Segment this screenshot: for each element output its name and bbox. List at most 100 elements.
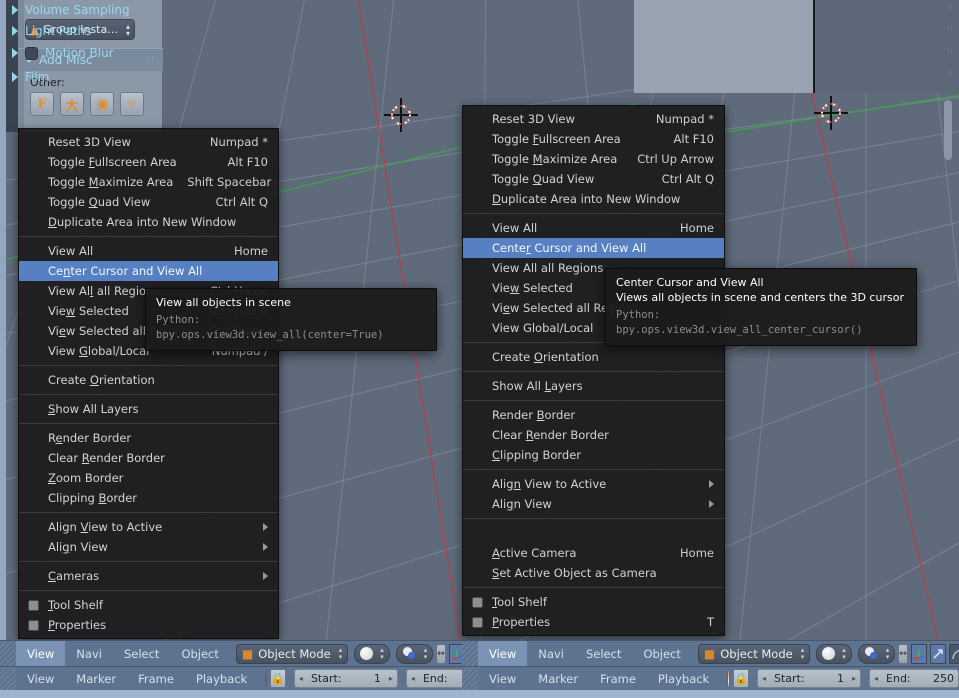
panel-grip-icon[interactable]: ⁝⁝ [947, 50, 953, 54]
area-corner-grip[interactable] [462, 667, 478, 691]
lock-icon[interactable]: 🔒 [733, 669, 749, 688]
frame-start-field[interactable]: ◂ Start: 1 ▸ [757, 669, 861, 688]
timeline-menu-view[interactable]: View [478, 667, 527, 691]
frame-end-field[interactable]: ◂ End: [406, 669, 466, 688]
spinner-arrows-icon[interactable]: ▴▾ [886, 647, 890, 661]
lock-icon[interactable]: 🔒 [270, 669, 286, 688]
menu-item-show-all-layers[interactable]: Show All Layers [19, 399, 278, 419]
menu-item-clear-render-border[interactable]: Clear Render Border [463, 425, 724, 445]
timeline-menu-marker[interactable]: Marker [65, 667, 127, 691]
area-corner-grip[interactable] [0, 667, 16, 691]
menu-item-reset-3d-view[interactable]: Reset 3D ViewNumpad * [19, 132, 278, 152]
header-menu-select[interactable]: Select [575, 641, 632, 667]
armature-icon[interactable]: 大 [60, 92, 84, 116]
menu-item-align-view-to-active[interactable]: Align View to Active [19, 517, 278, 537]
manipulator-scale-icon[interactable] [949, 644, 959, 664]
menu-item-duplicate-area-into-new-window[interactable]: Duplicate Area into New Window [19, 212, 278, 232]
menu-item-tool-shelf[interactable]: Tool Shelf [463, 592, 724, 612]
tool-shelf-checkbox[interactable] [28, 600, 39, 611]
increment-arrow-icon[interactable]: ▸ [389, 674, 393, 683]
tool-shelf-checkbox[interactable] [472, 597, 483, 608]
properties-checkbox[interactable] [472, 617, 483, 628]
menu-item-center-cursor-and-view-all[interactable]: Center Cursor and View All [19, 261, 278, 281]
area-corner-grip[interactable] [0, 641, 16, 667]
frame-end-field[interactable]: ◂ End: 250 [869, 669, 959, 688]
view-menu-right[interactable]: Reset 3D ViewNumpad * Toggle Fullscreen … [462, 105, 725, 636]
timeline-menu-view[interactable]: View [16, 667, 65, 691]
auto-keyframe-icon[interactable] [265, 669, 267, 688]
manipulator-axis-icon[interactable] [911, 644, 927, 664]
menu-item-render-border[interactable]: Render Border [19, 428, 278, 448]
decrement-arrow-icon[interactable]: ◂ [411, 674, 415, 683]
spinner-arrows-icon[interactable]: ▴▾ [339, 647, 343, 661]
menu-item-view-all[interactable]: View AllHome [463, 218, 724, 238]
panel-item-film[interactable]: Film [12, 70, 49, 84]
header-menu-view[interactable]: View [478, 641, 527, 667]
spinner-arrows-icon[interactable]: ▴▾ [842, 647, 846, 661]
header-menu-navi[interactable]: Navi [65, 641, 113, 667]
motion-blur-checkbox[interactable] [25, 47, 38, 60]
panel-item-light-paths[interactable]: Light Paths [12, 24, 91, 38]
decrement-arrow-icon[interactable]: ◂ [299, 674, 303, 683]
decrement-arrow-icon[interactable]: ◂ [874, 674, 878, 683]
panel-grip-icon[interactable]: ⁝⁝ [947, 6, 953, 10]
menu-item-reset-3d-view[interactable]: Reset 3D ViewNumpad * [463, 109, 724, 129]
header-menu-navi[interactable]: Navi [527, 641, 575, 667]
menu-item-properties[interactable]: PropertiesT [463, 612, 724, 632]
timeline-menu-playback[interactable]: Playback [647, 667, 720, 691]
menu-item-show-all-layers[interactable]: Show All Layers [463, 376, 724, 396]
header-menu-object[interactable]: Object [170, 641, 229, 667]
menu-item-clipping-border[interactable]: Clipping Border [19, 488, 278, 508]
menu-item-toggle-quad-view[interactable]: Toggle Quad ViewCtrl Alt Q [463, 169, 724, 189]
timeline-menu-frame[interactable]: Frame [589, 667, 647, 691]
menu-item-set-active-object-as-camera[interactable]: Set Active Object as Camera [463, 563, 724, 583]
menu-item-zoom-border[interactable]: Zoom Border [19, 468, 278, 488]
panel-item-volume-sampling[interactable]: Volume Sampling [12, 3, 130, 17]
spinner-arrows-icon[interactable]: ▴▾ [126, 23, 130, 37]
timeline-menu-playback[interactable]: Playback [185, 667, 258, 691]
spinner-arrows-icon[interactable]: ▴▾ [801, 647, 805, 661]
menu-item-view-all[interactable]: View AllHome [19, 241, 278, 261]
lattice-icon[interactable]: ▣ [90, 92, 114, 116]
header-menu-view[interactable]: View [16, 641, 65, 667]
timeline-menu-marker[interactable]: Marker [527, 667, 589, 691]
pivot-selector[interactable]: ▴▾ [858, 644, 896, 664]
menu-item-toggle-quad-view[interactable]: Toggle Quad ViewCtrl Alt Q [19, 192, 278, 212]
frame-start-field[interactable]: ◂ Start: 1 ▸ [294, 669, 398, 688]
decrement-arrow-icon[interactable]: ◂ [762, 674, 766, 683]
menu-item-duplicate-area-into-new-window[interactable]: Duplicate Area into New Window [463, 189, 724, 209]
mode-selector[interactable]: ■ Object Mode ▴▾ [236, 644, 348, 664]
auto-keyframe-icon[interactable] [727, 669, 730, 688]
header-menu-object[interactable]: Object [632, 641, 691, 667]
shading-selector[interactable]: ▴▾ [354, 644, 390, 664]
panel-item-motion-blur[interactable]: Motion Blur [12, 46, 114, 60]
timeline-menu-frame[interactable]: Frame [127, 667, 185, 691]
menu-item-align-view[interactable]: Align View [463, 494, 724, 514]
menu-item-tool-shelf[interactable]: Tool Shelf [19, 595, 278, 615]
menu-item-align-view[interactable]: Align View [19, 537, 278, 557]
menu-item-cameras[interactable]: Cameras [19, 566, 278, 586]
panel-grip-icon[interactable]: ⁝⁝ [947, 27, 953, 31]
properties-checkbox[interactable] [28, 620, 39, 631]
proportional-edit-icon[interactable]: ↔ [898, 644, 908, 664]
viewport-scrollbar[interactable] [944, 100, 952, 160]
menu-item-render-border[interactable]: Render Border [463, 405, 724, 425]
menu-item-create-orientation[interactable]: Create Orientation [463, 347, 724, 367]
text-icon[interactable]: F [30, 92, 54, 116]
area-corner-grip[interactable] [462, 641, 478, 667]
menu-item-create-orientation[interactable]: Create Orientation [19, 370, 278, 390]
pivot-selector[interactable]: ▴▾ [396, 644, 434, 664]
menu-item-toggle-maximize-area[interactable]: Toggle Maximize AreaShift Spacebar [19, 172, 278, 192]
header-menu-select[interactable]: Select [113, 641, 170, 667]
menu-item-active-camera[interactable]: Active CameraHome [463, 543, 724, 563]
panel-grip-icon[interactable]: ⁝⁝ [947, 73, 953, 77]
menu-item-toggle-fullscreen-area[interactable]: Toggle Fullscreen AreaAlt F10 [19, 152, 278, 172]
panel-grip-icon[interactable]: ⁝⁝ [147, 55, 155, 65]
spinner-arrows-icon[interactable]: ▴▾ [424, 647, 428, 661]
menu-item-clipping-border[interactable]: Clipping Border [463, 445, 724, 465]
view-menu-left[interactable]: Reset 3D ViewNumpad * Toggle Fullscreen … [18, 128, 279, 639]
menu-item-clear-render-border[interactable]: Clear Render Border [19, 448, 278, 468]
menu-item-toggle-maximize-area[interactable]: Toggle Maximize AreaCtrl Up Arrow [463, 149, 724, 169]
spinner-arrows-icon[interactable]: ▴▾ [380, 647, 384, 661]
proportional-edit-icon[interactable]: ↔ [436, 644, 446, 664]
